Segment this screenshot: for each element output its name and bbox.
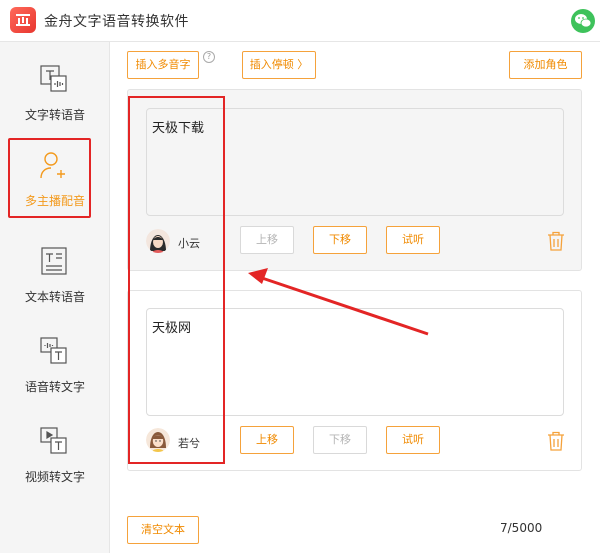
title-bar: 金舟文字语音转换软件 — [0, 0, 600, 42]
sidebar-item-speech-to-text[interactable]: 语音转文字 — [0, 324, 110, 406]
active-item-annotation — [8, 138, 91, 218]
speaker-name[interactable]: 小云 — [178, 235, 200, 251]
sidebar-item-label: 语音转文字 — [24, 380, 85, 394]
document-to-speech-icon — [39, 246, 69, 276]
app-logo-icon — [10, 7, 36, 33]
preview-button[interactable]: 试听 — [386, 426, 440, 454]
clear-text-button[interactable]: 清空文本 — [127, 516, 199, 544]
move-up-button[interactable]: 上移 — [240, 426, 294, 454]
sidebar: 文字转语音 多主播配音 文本转语音 语音转文字 视频转文字 — [0, 42, 110, 553]
dialogue-card: 天极网 若兮 上移 下移 试听 — [127, 290, 582, 471]
trash-icon[interactable] — [547, 231, 565, 251]
speaker-avatar[interactable] — [146, 428, 170, 452]
speech-to-text-icon — [39, 336, 69, 366]
sidebar-item-document-to-speech[interactable]: 文本转语音 — [0, 234, 110, 316]
trash-icon[interactable] — [547, 431, 565, 451]
wechat-icon[interactable] — [571, 9, 595, 33]
sidebar-item-video-to-text[interactable]: 视频转文字 — [0, 414, 110, 496]
add-role-button[interactable]: 添加角色 — [509, 51, 582, 79]
insert-polyphone-button[interactable]: 插入多音字 — [127, 51, 199, 79]
sidebar-item-label: 文字转语音 — [24, 108, 85, 122]
video-to-text-icon — [39, 426, 69, 456]
app-title: 金舟文字语音转换软件 — [44, 14, 189, 30]
preview-button[interactable]: 试听 — [386, 226, 440, 254]
move-up-button[interactable]: 上移 — [240, 226, 294, 254]
dialogue-text-input[interactable]: 天极下载 — [146, 108, 564, 216]
speaker-name[interactable]: 若兮 — [178, 435, 200, 451]
help-icon[interactable]: ? — [203, 51, 215, 63]
insert-pause-button[interactable]: 插入停顿 〉 — [242, 51, 316, 79]
sidebar-item-label: 文本转语音 — [24, 290, 85, 304]
speaker-avatar[interactable] — [146, 229, 170, 253]
sidebar-item-text-to-speech[interactable]: 文字转语音 — [0, 52, 110, 134]
move-down-button[interactable]: 下移 — [313, 426, 367, 454]
sidebar-item-label: 视频转文字 — [24, 470, 85, 484]
character-count: 7/5000 — [500, 521, 543, 535]
dialogue-card: 天极下载 小云 上移 下移 试听 — [127, 89, 582, 271]
dialogue-text-input[interactable]: 天极网 — [146, 308, 564, 416]
move-down-button[interactable]: 下移 — [313, 226, 367, 254]
text-to-speech-icon — [39, 64, 69, 94]
